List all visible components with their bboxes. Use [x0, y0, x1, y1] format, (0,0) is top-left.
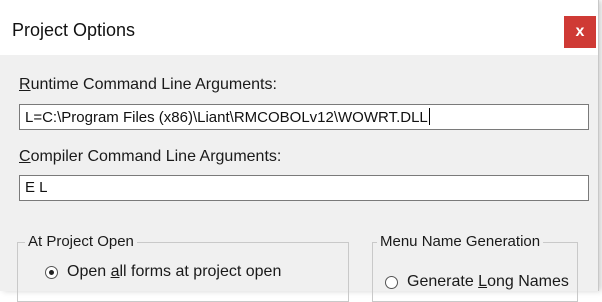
menu-name-generation-group: Menu Name Generation Generate Long Names: [372, 233, 578, 302]
generate-long-names-label: Generate Long Names: [407, 273, 569, 290]
mnemonic-letter: C: [19, 148, 31, 165]
text-caret: [428, 108, 430, 125]
mnemonic-letter: a: [110, 263, 120, 280]
radio-unchecked-icon[interactable]: [385, 275, 398, 289]
window-title: Project Options: [12, 20, 136, 40]
runtime-args-input[interactable]: L=C:\Program Files (x86)\Liant\RMCOBOLv1…: [19, 104, 589, 130]
radio-checked-icon[interactable]: [45, 265, 58, 279]
compiler-args-label: Compiler Command Line Arguments:: [19, 148, 282, 165]
mnemonic-letter: L: [478, 273, 488, 290]
compiler-args-value: E L: [25, 179, 48, 196]
mnemonic-letter: R: [19, 76, 31, 93]
runtime-args-label: Runtime Command Line Arguments:: [19, 76, 277, 93]
close-button[interactable]: x: [564, 16, 596, 48]
runtime-args-value: L=C:\Program Files (x86)\Liant\RMCOBOLv1…: [25, 109, 428, 126]
menu-name-generation-legend: Menu Name Generation: [377, 233, 544, 250]
open-all-forms-option[interactable]: Open all forms at project open: [45, 263, 281, 281]
compiler-args-input[interactable]: E L: [19, 175, 589, 201]
title-bar: Project Options x: [0, 0, 598, 55]
generate-long-names-option[interactable]: Generate Long Names: [385, 273, 569, 291]
open-all-forms-label: Open all forms at project open: [67, 263, 282, 280]
project-options-dialog: Project Options x Runtime Command Line A…: [0, 0, 599, 302]
at-project-open-group: At Project Open Open all forms at projec…: [17, 233, 349, 302]
at-project-open-legend: At Project Open: [25, 233, 137, 250]
close-icon: x: [575, 23, 585, 40]
